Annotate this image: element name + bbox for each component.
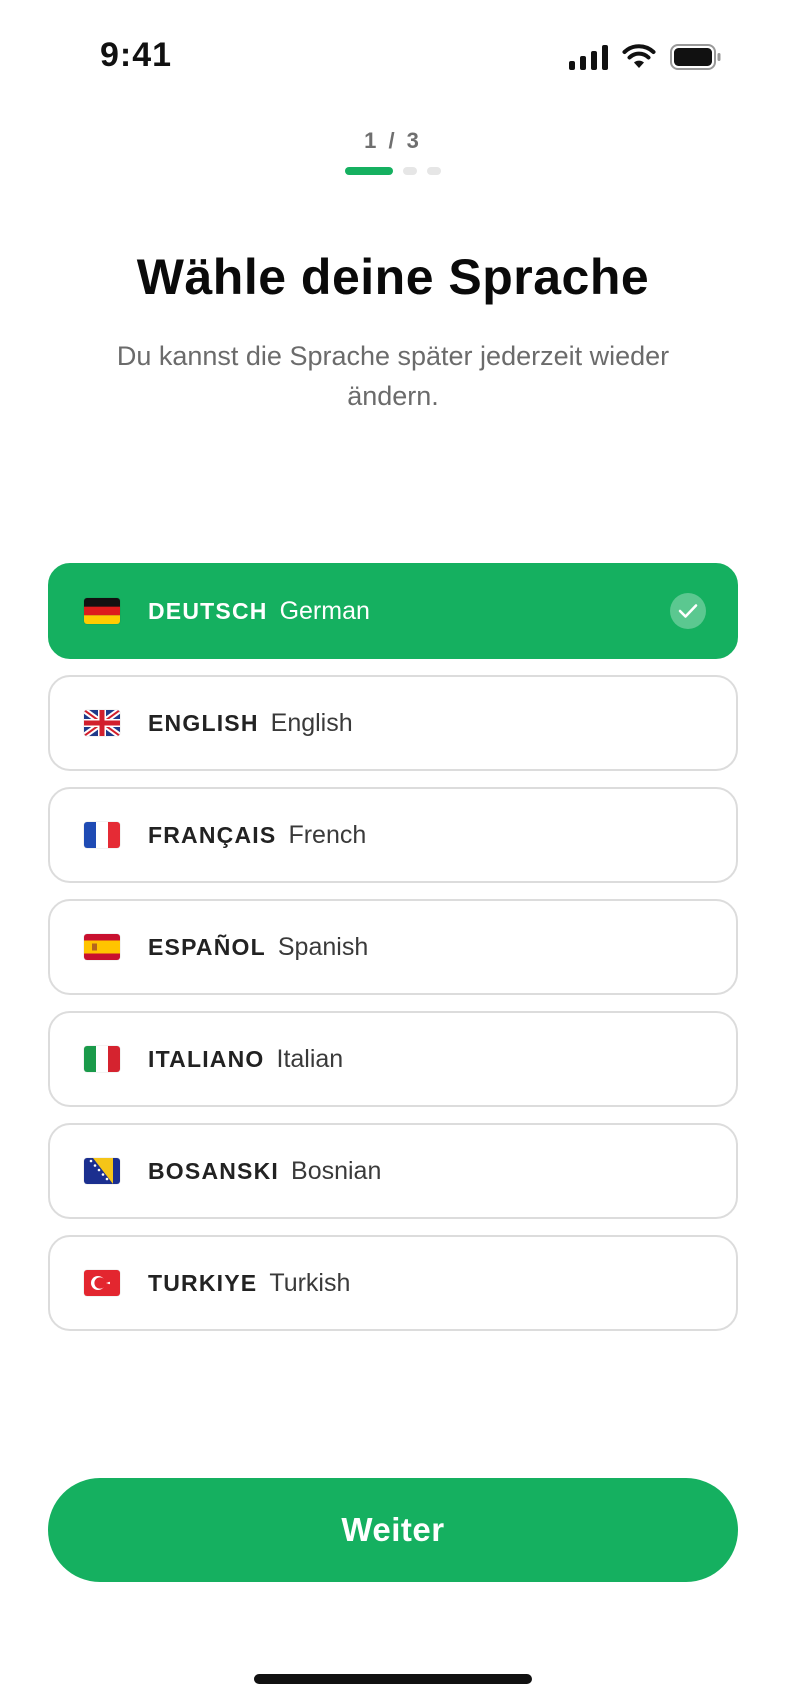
language-native-name: DEUTSCH <box>148 597 268 624</box>
italy-flag-icon <box>84 1046 120 1072</box>
step-dot-2 <box>403 167 417 175</box>
check-icon <box>670 593 706 629</box>
page-title: Wähle deine Sprache <box>136 249 650 305</box>
status-icons <box>569 44 722 70</box>
language-option-bosnian[interactable]: BOSANSKI Bosnian <box>48 1123 738 1219</box>
language-native-name: ITALIANO <box>148 1045 265 1072</box>
spain-flag-icon <box>84 934 120 960</box>
page-subtitle: Du kannst die Sprache später jederzeit w… <box>116 341 670 411</box>
step-dot-1 <box>345 167 393 175</box>
language-option-french[interactable]: FRANÇAIS French <box>48 787 738 883</box>
language-english-name: Italian <box>276 1044 344 1073</box>
language-native-name: ESPAÑOL <box>148 933 266 960</box>
step-progress-indicator <box>0 167 786 175</box>
bosnia-flag-icon <box>84 1158 120 1184</box>
language-english-name: French <box>288 820 367 849</box>
continue-button[interactable]: Weiter <box>48 1478 738 1582</box>
battery-icon <box>670 44 722 70</box>
france-flag-icon <box>84 822 120 848</box>
uk-flag-icon <box>84 710 120 736</box>
step-dot-3 <box>427 167 441 175</box>
language-option-english[interactable]: ENGLISH English <box>48 675 738 771</box>
language-native-name: BOSANSKI <box>148 1157 280 1184</box>
language-english-name: German <box>279 596 370 625</box>
germany-flag-icon <box>84 598 120 624</box>
status-bar: 9:41 <box>0 0 786 110</box>
status-time: 9:41 <box>100 36 173 74</box>
turkey-flag-icon <box>84 1270 120 1296</box>
language-native-name: TURKIYE <box>148 1269 258 1296</box>
language-option-spanish[interactable]: ESPAÑOL Spanish <box>48 899 738 995</box>
language-english-name: English <box>270 708 353 737</box>
language-option-german[interactable]: DEUTSCH German <box>48 563 738 659</box>
language-option-italian[interactable]: ITALIANO Italian <box>48 1011 738 1107</box>
step-counter: 1 / 3 <box>364 128 422 153</box>
language-native-name: FRANÇAIS <box>148 821 277 848</box>
language-english-name: Turkish <box>269 1268 351 1297</box>
language-english-name: Bosnian <box>291 1156 382 1185</box>
language-list: DEUTSCH German ENGLISH English FRANÇAIS … <box>48 563 738 1347</box>
language-english-name: Spanish <box>277 932 369 961</box>
language-option-turkish[interactable]: TURKIYE Turkish <box>48 1235 738 1331</box>
wifi-icon <box>622 44 656 70</box>
language-native-name: ENGLISH <box>148 709 259 736</box>
signal-icon <box>569 44 608 70</box>
home-indicator <box>254 1674 532 1684</box>
